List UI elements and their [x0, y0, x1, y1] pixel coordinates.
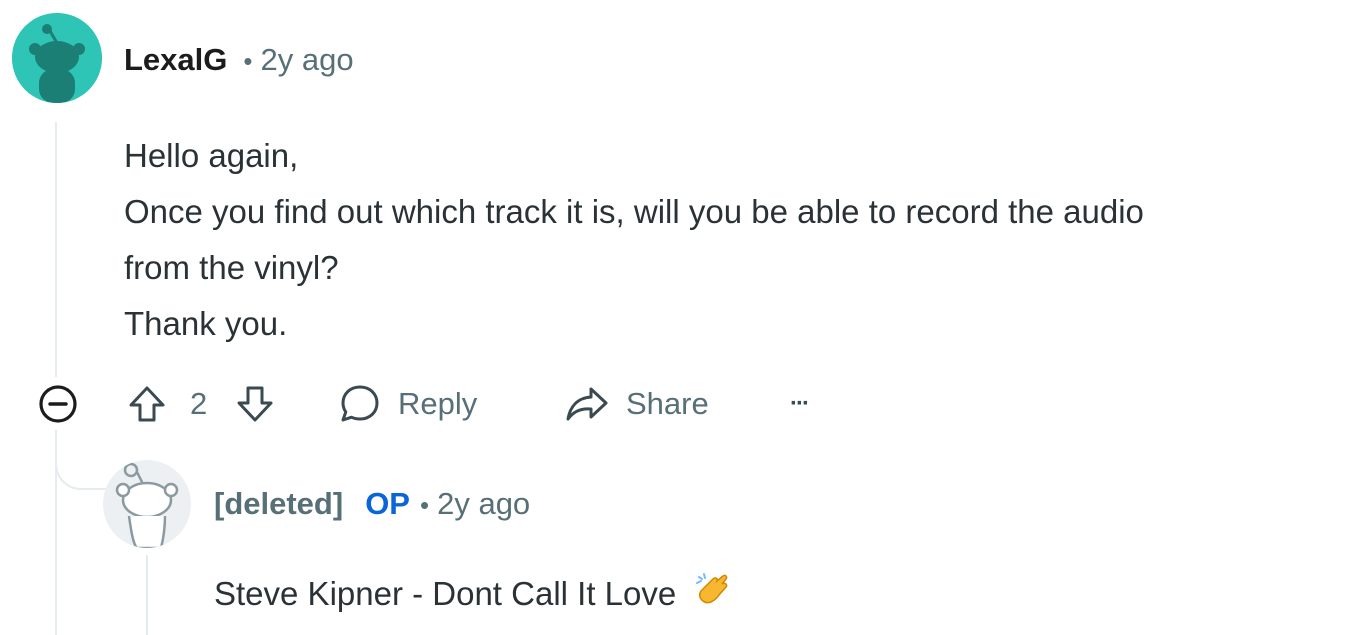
comment-body-line: Once you find out which track it is, wil…: [124, 193, 1144, 230]
speech-bubble-icon: [341, 385, 379, 422]
comment-body-line: from the vinyl?: [124, 249, 339, 286]
share-button[interactable]: Share: [564, 376, 709, 432]
comment-action-bar: 2 Reply Share ···: [0, 376, 1360, 432]
comment-body: Hello again, Once you find out which tra…: [124, 128, 1360, 352]
vote-count-label: 2: [190, 386, 208, 421]
clapping-hand-emoji-icon: [693, 569, 733, 624]
deleted-user-snoo-icon: [103, 460, 191, 548]
avatar[interactable]: [12, 13, 102, 103]
comment-body-line: Hello again,: [124, 137, 299, 174]
snoo-avatar-icon: [12, 13, 102, 103]
share-arrow-icon: [566, 387, 608, 421]
collapse-button[interactable]: [36, 376, 80, 432]
downvote-button[interactable]: [234, 376, 276, 432]
op-badge: OP: [365, 486, 410, 521]
thread-line[interactable]: [55, 122, 57, 377]
collapse-minus-icon: [39, 385, 77, 423]
upvote-button[interactable]: [126, 376, 168, 432]
comment-thread: LexalG • 2y ago Hello again, Once you fi…: [0, 0, 1360, 635]
timestamp[interactable]: 2y ago: [437, 486, 530, 522]
comment-meta: LexalG • 2y ago: [124, 42, 354, 78]
share-label: Share: [626, 386, 709, 421]
reply-button[interactable]: Reply: [338, 376, 477, 432]
timestamp[interactable]: 2y ago: [261, 42, 354, 78]
avatar[interactable]: [103, 460, 191, 548]
reply-thread-line[interactable]: [146, 555, 148, 635]
meta-separator: •: [243, 46, 253, 76]
more-options-icon: ···: [790, 390, 810, 417]
thread-connector: [55, 440, 115, 490]
reply-body-text: Steve Kipner - Dont Call It Love: [214, 575, 677, 612]
username-link[interactable]: LexalG: [124, 42, 227, 78]
reply-label: Reply: [398, 386, 478, 421]
comment-body-line: Thank you.: [124, 305, 288, 342]
reply-body: Steve Kipner - Dont Call It Love: [214, 568, 733, 624]
reply-meta: [deleted] OP • 2y ago: [214, 486, 530, 522]
more-options-button[interactable]: ···: [790, 376, 810, 432]
vote-count: 2: [190, 376, 207, 432]
downvote-arrow-icon: [237, 386, 273, 422]
upvote-arrow-icon: [129, 386, 165, 422]
meta-separator: •: [419, 490, 430, 520]
username-link[interactable]: [deleted]: [214, 486, 343, 522]
